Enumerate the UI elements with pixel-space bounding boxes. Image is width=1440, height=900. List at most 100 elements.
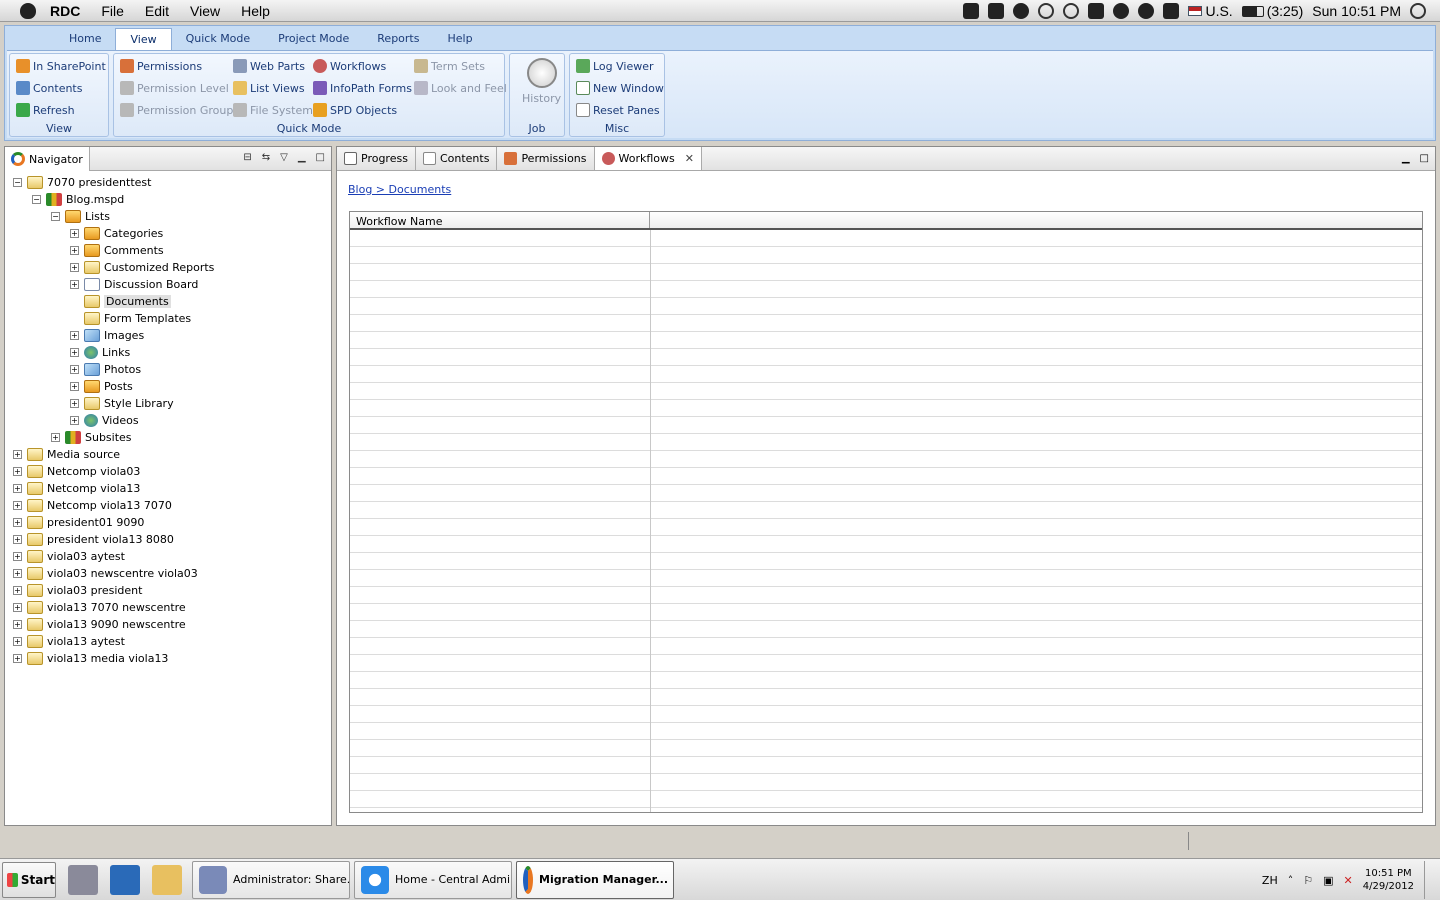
tab-progress[interactable]: Progress [337,147,416,170]
list-views-button[interactable]: List Views [233,79,305,97]
display-icon[interactable] [1088,3,1105,19]
tree-node[interactable]: + Netcomp viola13 7070 [5,497,331,514]
term-sets-button[interactable]: Term Sets [414,57,485,75]
collapse-toggle[interactable]: − [32,195,41,204]
tree-node[interactable]: + Customized Reports [5,259,331,276]
menu-help[interactable]: Help [241,3,270,19]
spd-objects-button[interactable]: SPD Objects [313,101,397,119]
taskbar-window-admin[interactable]: Administrator: Share... [192,860,350,899]
tab-view[interactable]: View [115,28,172,50]
volume-icon[interactable] [1163,3,1180,19]
close-tab-icon[interactable]: ✕ [685,152,694,165]
minimize-icon[interactable]: ▁ [1402,153,1410,164]
tree-node[interactable]: + president01 9090 [5,514,331,531]
tab-project-mode[interactable]: Project Mode [264,28,363,50]
navigator-tab[interactable]: Navigator [5,147,90,171]
expand-toggle[interactable]: + [70,348,79,357]
checkbox-status-icon[interactable] [963,3,980,19]
show-desktop-button[interactable] [1424,861,1434,899]
powershell-icon[interactable] [110,864,140,895]
explorer-icon[interactable] [152,864,182,895]
sync-icon[interactable] [1038,3,1055,19]
workflows-button[interactable]: Workflows [313,57,386,75]
tree-node[interactable]: + viola13 9090 newscentre [5,616,331,633]
minimize-icon[interactable]: ▁ [298,152,306,163]
refresh-button[interactable]: Refresh [16,101,75,119]
tree-node[interactable]: − 7070 presidenttest [5,174,331,191]
tree-node[interactable]: + viola13 aytest [5,633,331,650]
tree-node[interactable]: + Style Library [5,395,331,412]
bluetooth-icon[interactable] [1113,3,1130,19]
tree-node[interactable]: − Blog.mspd [5,191,331,208]
infopath-forms-button[interactable]: InfoPath Forms [313,79,412,97]
menubar-clock[interactable]: Sun 10:51 PM [1312,3,1401,19]
tree-node[interactable]: + viola03 aytest [5,548,331,565]
collapse-toggle[interactable]: − [51,212,60,221]
expand-toggle[interactable]: + [13,654,22,663]
tree-node[interactable]: Form Templates [5,310,331,327]
expand-toggle[interactable]: + [13,467,22,476]
tab-home[interactable]: Home [55,28,115,50]
file-system-button[interactable]: File System [233,101,313,119]
permissions-button[interactable]: Permissions [120,57,202,75]
battery-status[interactable]: (3:25) [1241,3,1303,19]
column-header-workflow-name[interactable]: Workflow Name [350,212,650,228]
breadcrumb-link[interactable]: Blog > Documents [348,183,451,196]
tab-quick-mode[interactable]: Quick Mode [172,28,265,50]
tab-contents[interactable]: Contents [416,147,498,170]
expand-toggle[interactable]: + [70,263,79,272]
tree-node[interactable]: + Videos [5,412,331,429]
collapse-toggle[interactable]: − [13,178,22,187]
tab-permissions[interactable]: Permissions [497,147,595,170]
app-menu[interactable]: RDC [50,3,80,19]
tab-workflows[interactable]: Workflows ✕ [594,147,702,170]
reset-panes-button[interactable]: Reset Panes [576,101,660,119]
expand-toggle[interactable]: + [13,501,22,510]
log-viewer-button[interactable]: Log Viewer [576,57,654,75]
menu-file[interactable]: File [101,3,124,19]
expand-toggle[interactable]: + [13,603,22,612]
tree-node[interactable]: + president viola13 8080 [5,531,331,548]
apple-icon[interactable] [20,2,36,19]
expand-toggle[interactable]: + [13,620,22,629]
input-source[interactable]: U.S. [1188,3,1233,19]
expand-toggle[interactable]: + [70,382,79,391]
expand-toggle[interactable]: + [70,331,79,340]
expand-toggle[interactable]: + [13,484,22,493]
tree-node[interactable]: + Subsites [5,429,331,446]
tree-node[interactable]: + Images [5,327,331,344]
spotlight-search-icon[interactable] [1410,3,1426,19]
language-indicator[interactable]: ZH [1262,874,1278,887]
volume-muted-icon[interactable]: ✕ [1344,874,1353,887]
taskbar-window-central-admin[interactable]: Home - Central Admin... [354,860,512,899]
expand-toggle[interactable]: + [13,535,22,544]
expand-toggle[interactable]: + [13,586,22,595]
tree-node[interactable]: + Media source [5,446,331,463]
contents-button[interactable]: Contents [16,79,82,97]
permission-level-button[interactable]: Permission Level [120,79,229,97]
wifi-icon[interactable] [1138,3,1155,19]
close-status-icon[interactable] [988,3,1005,19]
tree-node[interactable]: + Posts [5,378,331,395]
tree-node[interactable]: + viola13 media viola13 [5,650,331,667]
permission-groups-button[interactable]: Permission Groups [120,101,239,119]
tab-help[interactable]: Help [433,28,486,50]
tree-node[interactable]: + Discussion Board [5,276,331,293]
tab-reports[interactable]: Reports [363,28,433,50]
taskbar-clock[interactable]: 10:51 PM 4/29/2012 [1363,867,1414,893]
expand-toggle[interactable]: + [70,246,79,255]
tree-node[interactable]: + Links [5,344,331,361]
web-parts-button[interactable]: Web Parts [233,57,305,75]
show-hidden-icons-icon[interactable]: ˄ [1288,874,1294,887]
maximize-icon[interactable]: □ [1420,153,1429,164]
tree-node[interactable]: + Comments [5,242,331,259]
network-icon[interactable]: ▣ [1323,874,1333,887]
expand-toggle[interactable]: + [13,569,22,578]
server-manager-icon[interactable] [68,864,98,895]
column-header-blank[interactable] [650,212,1422,228]
menu-view[interactable]: View [190,3,220,19]
tree-node[interactable]: + Netcomp viola03 [5,463,331,480]
link-with-editor-icon[interactable]: ⇆ [262,152,270,163]
tree-node[interactable]: + Categories [5,225,331,242]
expand-toggle[interactable]: + [70,280,79,289]
